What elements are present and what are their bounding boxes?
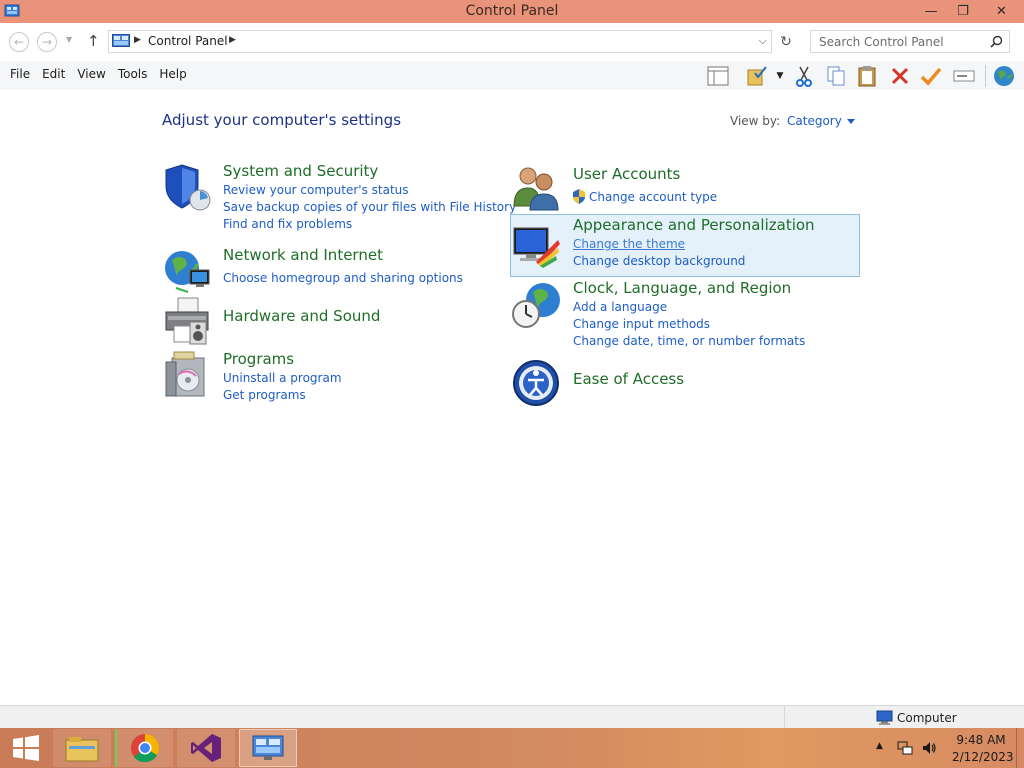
computer-icon [876, 710, 893, 725]
link-change-desktop-background[interactable]: Change desktop background [573, 254, 745, 268]
folder-checkmark-icon[interactable] [744, 63, 770, 88]
volume-icon[interactable] [921, 740, 937, 756]
copy-icon[interactable] [823, 63, 849, 88]
category-title-appearance-personalization[interactable]: Appearance and Personalization [573, 216, 815, 234]
taskbar: ▲ 9:48 AM 2/12/2023 [0, 728, 1024, 768]
show-desktop-button[interactable] [1016, 728, 1024, 768]
maximize-button[interactable]: ❐ [947, 0, 979, 22]
layout-icon[interactable] [705, 63, 731, 88]
category-title-hardware-sound[interactable]: Hardware and Sound [223, 307, 380, 325]
user-accounts-icon[interactable] [512, 162, 562, 212]
breadcrumb-control-panel[interactable]: Control Panel [148, 34, 228, 48]
ease-of-access-icon[interactable] [512, 358, 562, 408]
up-arrow-icon[interactable]: ↑ [87, 32, 100, 50]
control-panel-taskbar-icon[interactable] [239, 729, 297, 767]
dropdown-arrow-icon[interactable]: ▼ [774, 63, 786, 88]
link-uninstall-program[interactable]: Uninstall a program [223, 371, 342, 385]
menu-bar: File Edit View Tools Help [4, 67, 193, 81]
toolbar-divider [985, 65, 986, 87]
chrome-icon[interactable] [115, 729, 173, 767]
appearance-personalization-icon[interactable] [512, 222, 562, 272]
status-bar: Computer [0, 705, 1024, 728]
breadcrumb-chevron-icon[interactable]: ▶ [134, 35, 141, 45]
menu-toolbar-row: File Edit View Tools Help ▼ [0, 61, 1024, 90]
windows-start-icon[interactable] [4, 729, 48, 767]
clock-date[interactable]: 2/12/2023 [952, 750, 1014, 764]
check-icon[interactable] [918, 63, 944, 88]
globe-icon[interactable] [991, 63, 1017, 88]
view-by-label: View by: [730, 114, 781, 128]
menu-tools[interactable]: Tools [112, 67, 154, 81]
view-by-value: Category [787, 114, 842, 128]
forward-button[interactable]: → [37, 32, 57, 52]
search-input[interactable]: Search Control Panel [810, 30, 1010, 53]
category-title-ease-of-access[interactable]: Ease of Access [573, 370, 684, 388]
address-dropdown-icon[interactable]: ⌵ [759, 34, 767, 48]
link-change-account-type[interactable]: Change account type [589, 190, 717, 204]
dropdown-arrow-icon [846, 119, 855, 124]
cut-icon[interactable] [791, 63, 817, 88]
breadcrumb-chevron-icon[interactable]: ▶ [229, 35, 236, 45]
link-file-history[interactable]: Save backup copies of your files with Fi… [223, 200, 516, 214]
link-add-language[interactable]: Add a language [573, 300, 667, 314]
paste-icon[interactable] [854, 63, 880, 88]
menu-help[interactable]: Help [153, 67, 192, 81]
refresh-button[interactable]: ↻ [776, 30, 796, 53]
link-homegroup-sharing[interactable]: Choose homegroup and sharing options [223, 271, 463, 285]
menu-file[interactable]: File [4, 67, 36, 81]
link-get-programs[interactable]: Get programs [223, 388, 306, 402]
status-bar-divider [784, 706, 785, 728]
category-title-clock-language-region[interactable]: Clock, Language, and Region [573, 279, 791, 297]
category-title-programs[interactable]: Programs [223, 350, 294, 368]
back-arrow-icon: ← [13, 35, 25, 49]
window-title: Control Panel [465, 3, 559, 19]
search-icon[interactable] [990, 35, 1003, 48]
category-title-system-security[interactable]: System and Security [223, 162, 378, 180]
forward-arrow-icon: → [41, 35, 53, 49]
close-button[interactable]: ✕ [979, 0, 1024, 22]
visual-studio-icon[interactable] [177, 729, 235, 767]
link-change-input-methods[interactable]: Change input methods [573, 317, 710, 331]
page-title: Adjust your computer's settings [162, 111, 402, 129]
category-title-user-accounts[interactable]: User Accounts [573, 165, 680, 183]
control-panel-icon [112, 34, 130, 47]
category-title-network-internet[interactable]: Network and Internet [223, 246, 383, 264]
address-bar[interactable]: ▶ Control Panel ▶ ⌵ [108, 30, 772, 53]
title-bar: Control Panel — ❐ ✕ [0, 0, 1024, 23]
programs-disc-icon[interactable] [162, 350, 212, 400]
clock-language-region-icon[interactable] [512, 280, 562, 330]
link-change-date-time-formats[interactable]: Change date, time, or number formats [573, 334, 805, 348]
search-placeholder: Search Control Panel [819, 35, 944, 49]
rename-icon[interactable] [951, 63, 977, 88]
refresh-icon: ↻ [780, 33, 792, 50]
hardware-printer-icon[interactable] [162, 296, 212, 346]
back-button[interactable]: ← [9, 32, 29, 52]
network-tray-icon[interactable] [897, 740, 913, 756]
file-explorer-icon[interactable] [53, 729, 111, 767]
uac-shield-icon [573, 189, 585, 204]
navigation-bar: ← → ▼ ↑ ▶ Control Panel ▶ ⌵ ↻ Search Con… [0, 23, 1024, 61]
network-globe-icon[interactable] [162, 246, 212, 296]
status-location: Computer [897, 711, 957, 725]
clock-time[interactable]: 9:48 AM [952, 733, 1010, 747]
show-hidden-icons-icon[interactable]: ▲ [876, 741, 883, 751]
menu-edit[interactable]: Edit [36, 67, 71, 81]
view-by-dropdown[interactable]: Category [787, 114, 855, 128]
system-security-shield-icon[interactable] [162, 162, 212, 212]
delete-icon[interactable] [887, 63, 913, 88]
link-find-fix-problems[interactable]: Find and fix problems [223, 217, 352, 231]
recent-locations-dropdown-icon[interactable]: ▼ [66, 35, 72, 44]
link-review-status[interactable]: Review your computer's status [223, 183, 409, 197]
menu-view[interactable]: View [71, 67, 111, 81]
minimize-button[interactable]: — [915, 0, 947, 22]
link-change-theme[interactable]: Change the theme [573, 237, 685, 251]
